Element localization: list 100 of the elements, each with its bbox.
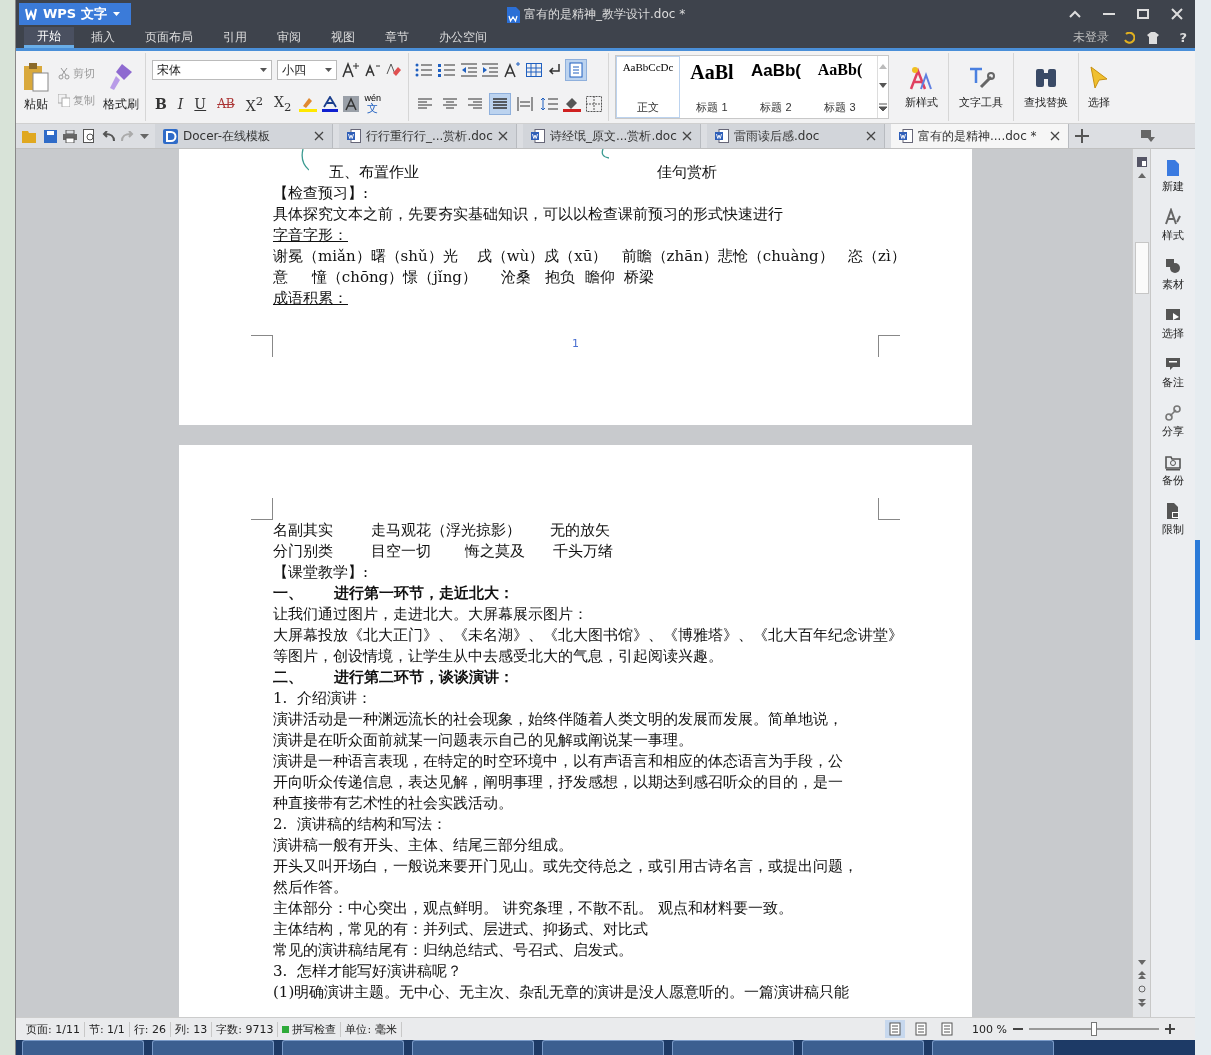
- sidebar-item[interactable]: 备注: [1162, 355, 1184, 391]
- scroll-up-icon[interactable]: [1137, 173, 1146, 179]
- menu-tab[interactable]: 章节: [372, 27, 422, 49]
- minimize-icon[interactable]: [1103, 12, 1115, 15]
- next-page-icon[interactable]: [1137, 999, 1146, 1008]
- document-tab[interactable]: 行行重行行_...赏析.doc: [339, 124, 517, 149]
- close-icon[interactable]: [1050, 131, 1060, 142]
- menu-tab[interactable]: 引用: [210, 27, 260, 49]
- menu-tab[interactable]: 审阅: [264, 27, 314, 49]
- tab-list-icon[interactable]: [1141, 130, 1155, 143]
- text-direction-icon[interactable]: [503, 62, 521, 79]
- collapse-ribbon-icon[interactable]: [1069, 9, 1081, 18]
- decrease-indent-icon[interactable]: [461, 63, 477, 78]
- bullet-list-icon[interactable]: [415, 63, 433, 78]
- menu-tab[interactable]: 插入: [78, 27, 128, 49]
- zoom-level[interactable]: 100 %: [972, 1022, 1007, 1036]
- format-painter-button[interactable]: 格式刷: [103, 61, 139, 113]
- body-text: 2. 演讲稿的结构和写法：: [273, 814, 448, 836]
- scroll-down-icon[interactable]: [879, 83, 887, 89]
- style-preset[interactable]: AaBb( 标题 3: [808, 56, 872, 119]
- style-preset[interactable]: AaBbCcDc 正文: [616, 56, 680, 119]
- close-icon[interactable]: [682, 131, 692, 142]
- sidebar-item[interactable]: 限制: [1162, 502, 1184, 538]
- backup-folder-icon: [1164, 453, 1182, 472]
- zoom-out-icon[interactable]: [1013, 1028, 1023, 1031]
- font-name-dropdown[interactable]: 宋体: [152, 60, 272, 81]
- menu-tab[interactable]: 页面布局: [132, 27, 206, 49]
- ribbon-tool-button[interactable]: 查找替换: [1014, 53, 1079, 122]
- view-mode-icon[interactable]: [885, 1020, 906, 1039]
- maximize-icon[interactable]: [1137, 8, 1149, 19]
- paste-button[interactable]: 粘贴: [22, 61, 50, 113]
- char-shading-icon[interactable]: [343, 96, 360, 113]
- spell-check-status[interactable]: 拼写检查: [278, 1021, 342, 1037]
- zoom-in-icon[interactable]: [1165, 1024, 1175, 1035]
- style-preset[interactable]: AaBb( 标题 2: [744, 56, 808, 119]
- numbered-list-icon[interactable]: [438, 63, 456, 78]
- phonetic-guide-button[interactable]: wén 文: [364, 94, 381, 115]
- vertical-scrollbar[interactable]: [1132, 149, 1150, 1018]
- font-size-dropdown[interactable]: 小四: [277, 60, 337, 81]
- table-icon[interactable]: [526, 63, 542, 78]
- line-spacing-icon[interactable]: [540, 97, 558, 112]
- close-icon[interactable]: [866, 131, 876, 142]
- shirt-icon[interactable]: [1147, 31, 1160, 44]
- login-status[interactable]: 未登录: [1073, 29, 1110, 47]
- sidebar-item[interactable]: 素材: [1162, 257, 1184, 293]
- print-preview-icon[interactable]: [83, 129, 96, 144]
- increase-indent-icon[interactable]: [482, 63, 498, 78]
- style-preset[interactable]: AaBl 标题 1: [680, 56, 744, 119]
- grow-font-icon[interactable]: [342, 62, 360, 79]
- close-icon[interactable]: [498, 131, 508, 142]
- slider-thumb[interactable]: [1091, 1022, 1097, 1037]
- menu-tab[interactable]: 视图: [318, 27, 368, 49]
- print-icon[interactable]: [63, 129, 77, 143]
- sidebar-item[interactable]: 选择: [1162, 306, 1184, 342]
- sidebar-item[interactable]: 备份: [1162, 453, 1184, 489]
- menu-tab[interactable]: 开始: [24, 27, 74, 49]
- align-icon[interactable]: [490, 94, 510, 115]
- close-icon[interactable]: [314, 131, 324, 142]
- borders-icon[interactable]: [586, 96, 602, 113]
- customize-caret-icon[interactable]: [140, 133, 149, 139]
- browse-object-icon[interactable]: [1137, 985, 1146, 994]
- sidebar-item[interactable]: 分享: [1162, 404, 1184, 440]
- show-marks-icon[interactable]: [566, 60, 586, 81]
- format-button[interactable]: B: [152, 96, 170, 113]
- app-menu-button[interactable]: WPS 文字: [19, 2, 131, 25]
- previous-page-icon[interactable]: [1137, 971, 1146, 980]
- undo-icon[interactable]: [102, 130, 115, 142]
- status-item: 单位: 毫米: [341, 1021, 402, 1037]
- sidebar-item[interactable]: 样式: [1162, 208, 1184, 244]
- save-icon[interactable]: [44, 129, 57, 143]
- shrink-font-icon[interactable]: [365, 63, 381, 78]
- document-tab[interactable]: 诗经氓_原文...赏析.doc: [523, 124, 701, 149]
- document-tab[interactable]: Docer-在线模板: [155, 124, 333, 149]
- format-button[interactable]: U: [191, 96, 210, 113]
- sidebar-item[interactable]: 新建: [1162, 159, 1184, 195]
- shading-icon[interactable]: [563, 96, 581, 113]
- help-button[interactable]: ?: [1171, 27, 1195, 49]
- document-icon: [715, 129, 729, 144]
- document-tab[interactable]: 富有的是精神....doc *: [891, 124, 1069, 149]
- format-button[interactable]: I: [174, 96, 187, 113]
- outline-item: 五、布置作业: [329, 162, 419, 184]
- new-tab-icon[interactable]: [1075, 129, 1089, 144]
- body-text: 二、 进行第二环节，谈谈演讲：: [273, 667, 516, 689]
- font-color-icon[interactable]: [322, 96, 339, 113]
- more-styles-icon[interactable]: [879, 102, 887, 111]
- ribbon-tool-button[interactable]: 文字工具: [949, 53, 1014, 122]
- format-button[interactable]: X$_{2}$: [271, 94, 295, 115]
- ribbon-tool-button[interactable]: 选择: [1079, 53, 1119, 122]
- format-button[interactable]: X$^{2}$: [242, 94, 267, 115]
- split-view-icon[interactable]: [1136, 157, 1147, 168]
- corner-mark: [251, 335, 273, 358]
- ribbon-tool-button[interactable]: 新样式: [895, 53, 949, 122]
- scroll-down-icon[interactable]: [1137, 960, 1146, 966]
- status-item: 节: 1/1: [84, 1021, 130, 1037]
- scroll-thumb[interactable]: [1134, 242, 1149, 295]
- sync-icon[interactable]: [1123, 31, 1136, 44]
- format-button[interactable]: AB: [214, 97, 238, 112]
- menu-tab[interactable]: 办公空间: [426, 27, 500, 49]
- link-icon: [1164, 404, 1182, 423]
- document-tab[interactable]: 雷雨读后感.doc: [707, 124, 885, 149]
